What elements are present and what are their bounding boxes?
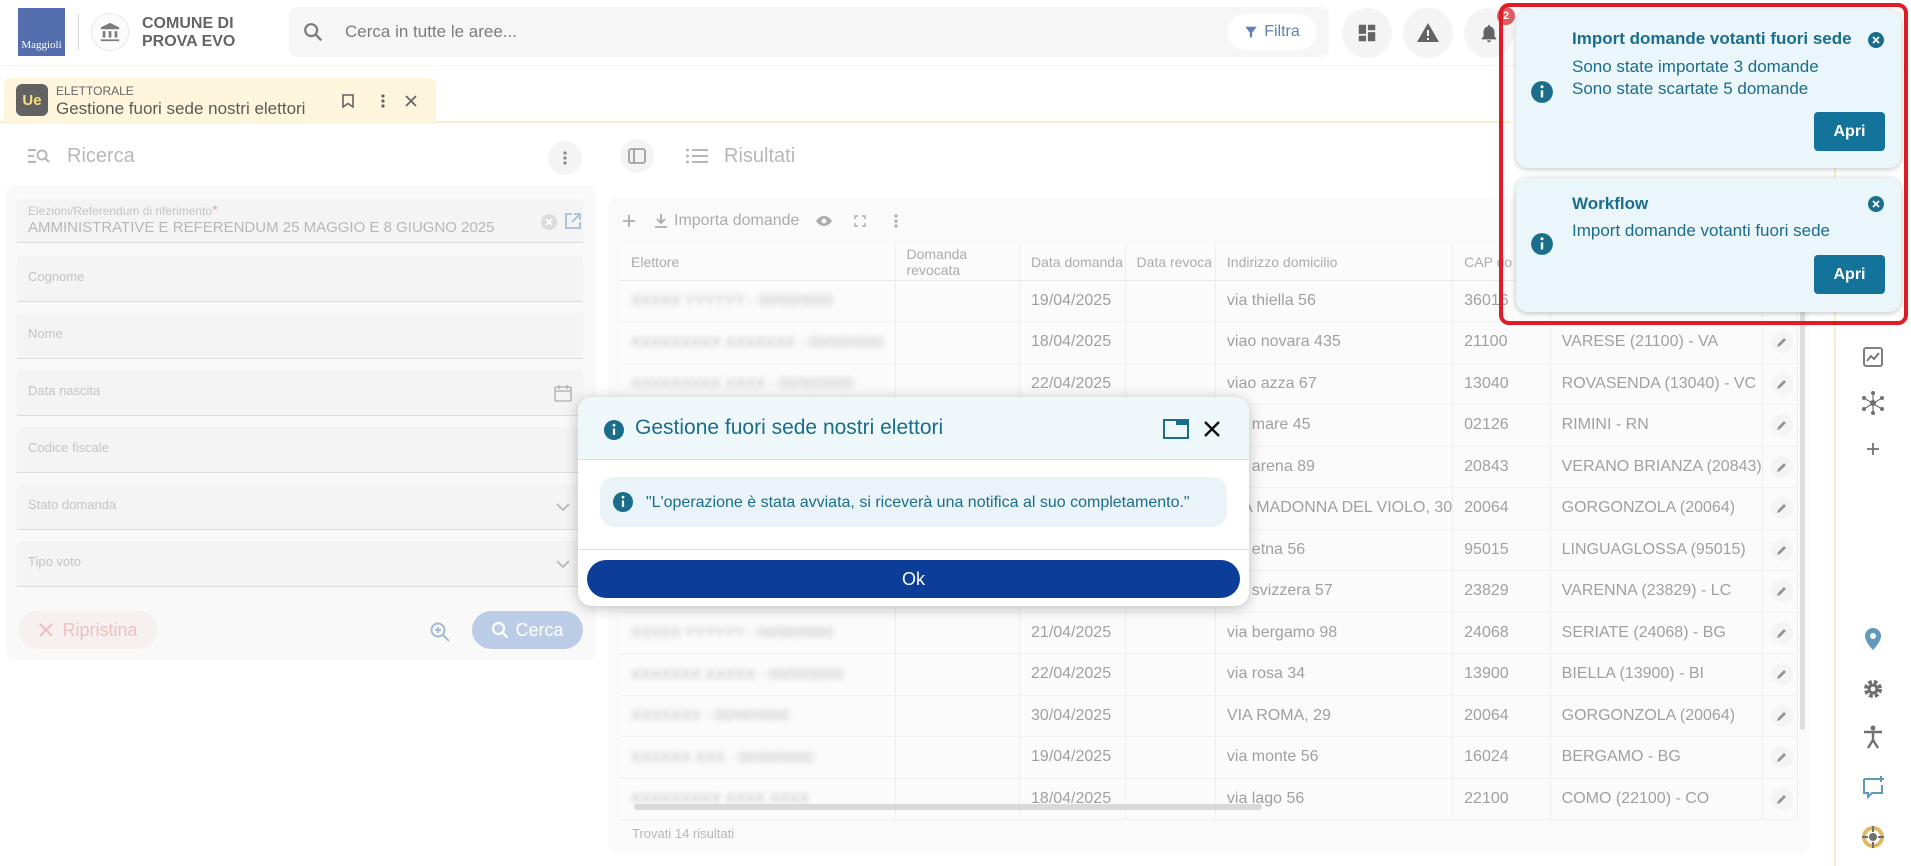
- maximize-icon[interactable]: [1162, 417, 1190, 441]
- info-icon: [1530, 80, 1554, 104]
- open-notification-button[interactable]: Apri: [1814, 112, 1885, 151]
- notification-import: Import domande votanti fuori sede Sono s…: [1516, 10, 1901, 168]
- notification-line: Sono state importate 3 domande: [1572, 57, 1819, 76]
- info-dialog: Gestione fuori sede nostri elettori "L'o…: [578, 397, 1249, 606]
- dialog-title: Gestione fuori sede nostri elettori: [635, 416, 944, 439]
- dialog-divider: [578, 549, 1249, 550]
- notification-line: Sono state scartate 5 domande: [1572, 79, 1809, 98]
- info-icon: [602, 418, 626, 442]
- dialog-message: "L'operazione è stata avviata, si riceve…: [646, 494, 1190, 511]
- close-dialog-icon[interactable]: [1200, 417, 1224, 441]
- close-notification-icon[interactable]: [1867, 31, 1885, 49]
- notification-title: Import domande votanti fuori sede: [1572, 29, 1852, 48]
- notification-workflow: Workflow Import domande votanti fuori se…: [1516, 178, 1901, 312]
- dialog-message-box: "L'operazione è stata avviata, si riceve…: [600, 477, 1227, 527]
- info-icon: [612, 491, 634, 513]
- ok-button[interactable]: Ok: [587, 560, 1240, 598]
- info-icon: [1530, 232, 1554, 256]
- open-notification-button[interactable]: Apri: [1814, 255, 1885, 294]
- dialog-header: Gestione fuori sede nostri elettori: [578, 397, 1249, 460]
- notification-title: Workflow: [1572, 194, 1649, 213]
- close-notification-icon[interactable]: [1867, 195, 1885, 213]
- notification-line: Import domande votanti fuori sede: [1572, 221, 1830, 240]
